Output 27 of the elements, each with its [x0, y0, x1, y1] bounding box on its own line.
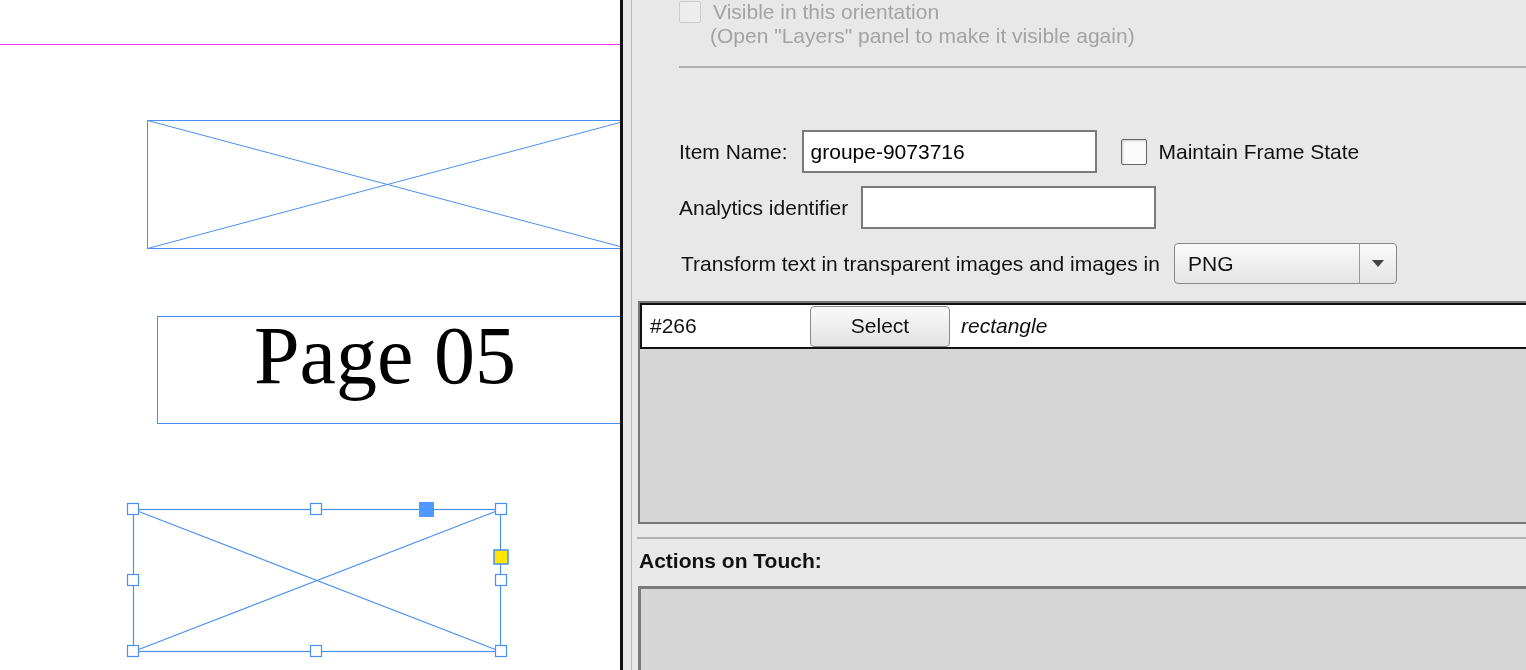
page-label: Page 05	[254, 309, 516, 403]
resize-handle[interactable]	[309, 502, 323, 516]
field-label: Item Name:	[679, 139, 788, 164]
resize-handle[interactable]	[126, 644, 140, 658]
content-handle[interactable]	[493, 549, 509, 565]
resize-handle[interactable]	[309, 644, 323, 658]
select-button[interactable]: Select	[810, 305, 950, 347]
object-type: rectangle	[961, 314, 1048, 338]
resize-handle[interactable]	[126, 573, 140, 587]
object-id: #266	[649, 314, 698, 338]
resize-handle[interactable]	[126, 502, 140, 516]
field-label: Transform text in transparent images and images in	[681, 251, 1160, 276]
hint-text: (Open "Layers" panel to make it visible again)	[709, 24, 1136, 48]
field-label: Analytics identifier	[679, 195, 849, 220]
format-dropdown[interactable]: PNG	[1173, 243, 1397, 284]
selected-image-frame[interactable]	[132, 508, 502, 653]
dropdown-arrow-icon	[1371, 260, 1384, 267]
resize-handle[interactable]	[494, 502, 508, 516]
anchor-handle[interactable]	[419, 502, 434, 517]
checkbox-label: Visible in this orientation	[713, 0, 940, 24]
resize-handle[interactable]	[494, 644, 508, 658]
resize-handle[interactable]	[494, 573, 508, 587]
section-title: Actions on Touch:	[639, 549, 823, 573]
checkbox-label: Maintain Frame State	[1158, 139, 1360, 164]
analytics-field[interactable]	[861, 186, 1157, 229]
item-name-field[interactable]: groupe-9073716	[801, 130, 1097, 173]
checkbox[interactable]	[1120, 138, 1147, 165]
